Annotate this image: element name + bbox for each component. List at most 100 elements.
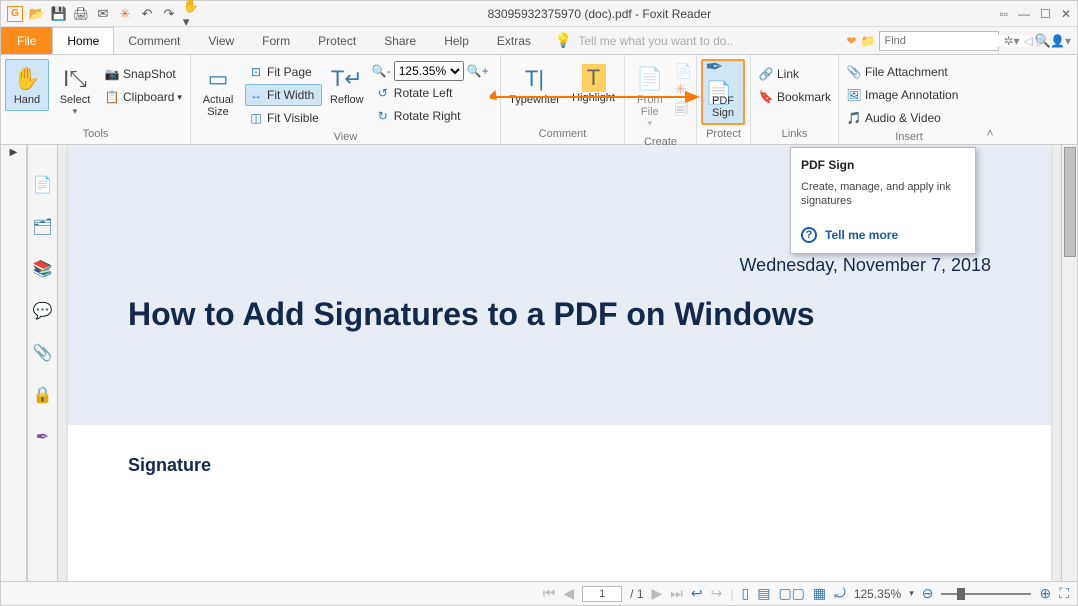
image-icon: 🖼 (846, 88, 862, 102)
search-opts-icon[interactable]: ✲▾ (1003, 34, 1019, 48)
save-icon[interactable]: 💾 (51, 6, 67, 22)
select-tool[interactable]: I⤡ Select ▾ (53, 59, 97, 122)
new-icon[interactable]: ✳ (117, 6, 133, 22)
actual-size-btn[interactable]: ▭ Actual Size (195, 59, 241, 123)
bookmark-btn[interactable]: 🔖Bookmark (755, 86, 834, 108)
facing-icon[interactable]: ▢▢ (778, 585, 804, 602)
find-box[interactable]: 🔍 (879, 31, 999, 51)
continuous-icon[interactable]: ▤ (757, 585, 770, 602)
tell-me-search[interactable]: 💡 Tell me what you want to do.. (545, 27, 841, 54)
file-tab[interactable]: File (1, 27, 52, 54)
user-icon[interactable]: 👤▾ (1050, 34, 1071, 48)
clipboard-btn[interactable]: 📋Clipboard▾ (101, 86, 185, 108)
zoom-out-icon[interactable]: 🔍- (372, 64, 391, 78)
scroll-thumb[interactable] (1064, 147, 1076, 257)
rotate-left-icon: ↺ (375, 86, 391, 100)
tab-share[interactable]: Share (370, 27, 430, 54)
page-icon: ▭ (208, 64, 229, 94)
security-panel-icon[interactable]: 🔒 (33, 385, 53, 405)
pdf-sign-btn[interactable]: ✒📄 PDF Sign (701, 59, 745, 125)
close-icon[interactable]: ✕ (1061, 7, 1071, 21)
from-file-btn[interactable]: 📄 From File ▾ (629, 59, 671, 134)
typewriter-btn[interactable]: T| Typewriter (506, 59, 564, 111)
link-btn[interactable]: 🔗Link (755, 63, 834, 85)
image-annotation-btn[interactable]: 🖼Image Annotation (843, 84, 961, 106)
highlight-btn[interactable]: T Highlight (568, 59, 620, 109)
zoom-in-status-icon[interactable]: ⊕ (1039, 585, 1051, 602)
highlight-icon: T (582, 64, 606, 92)
pdf-sign-icon: ✒📄 (705, 65, 741, 95)
zoom-slider[interactable] (941, 593, 1031, 595)
last-page-icon[interactable]: ⏭ (670, 585, 683, 602)
minimize-icon[interactable]: — (1018, 7, 1030, 21)
hand-icon: ✋ (13, 64, 40, 94)
continuous-facing-icon[interactable]: ▦ (813, 585, 826, 602)
cursor-dd-icon[interactable]: ✋▾ (183, 6, 199, 22)
fit-visible-btn[interactable]: ◫Fit Visible (245, 107, 322, 129)
nav-back-icon[interactable]: ↩ (691, 585, 703, 602)
tab-extras[interactable]: Extras (483, 27, 545, 54)
fullscreen-icon[interactable]: ⛶ (1059, 585, 1069, 602)
tab-view[interactable]: View (194, 27, 248, 54)
vertical-scrollbar[interactable] (1061, 145, 1077, 581)
maximize-icon[interactable]: ☐ (1040, 7, 1051, 21)
next-page-icon[interactable]: ▶ (652, 585, 663, 602)
tab-help[interactable]: Help (430, 27, 483, 54)
undo-icon[interactable]: ↶ (139, 6, 155, 22)
fit-page-icon: ⊡ (248, 65, 264, 79)
page-number-input[interactable]: 1 (582, 586, 622, 602)
reflow-status-icon[interactable]: ⤾ (834, 585, 846, 602)
from-file-icon: 📄 (636, 64, 663, 94)
audio-video-btn[interactable]: 🎵Audio & Video (843, 107, 961, 129)
blank-icon[interactable]: 📄 (675, 63, 692, 80)
signatures-panel-icon[interactable]: ✒ (36, 427, 49, 447)
fit-width-btn[interactable]: ↔Fit Width (245, 84, 322, 106)
scan-icon[interactable]: 🗐 (675, 99, 692, 123)
rotate-left-btn[interactable]: ↺Rotate Left (372, 82, 489, 104)
ribbon-collapse-icon[interactable]: ˄ (979, 55, 1001, 144)
comments-panel-icon[interactable]: 💬 (33, 301, 53, 321)
single-page-icon[interactable]: ▯ (741, 585, 749, 602)
nav-pane-toggle[interactable]: ▶ (1, 145, 27, 581)
first-page-icon[interactable]: ⏮ (543, 585, 556, 602)
file-attachment-btn[interactable]: 📎File Attachment (843, 61, 961, 83)
nav-fwd-icon[interactable]: ↪ (711, 585, 723, 602)
clip-new-icon[interactable]: ✳ (675, 81, 692, 98)
tooltip-link[interactable]: ? Tell me more (801, 227, 965, 243)
bookmarks-panel-icon[interactable]: 📚 (33, 259, 53, 279)
folder-search-icon[interactable]: 📁 (861, 34, 876, 48)
rotate-right-btn[interactable]: ↻Rotate Right (372, 105, 489, 127)
pages-panel-icon[interactable]: 📄 (33, 175, 53, 195)
tab-protect[interactable]: Protect (304, 27, 370, 54)
heart-icon[interactable]: ❤ (846, 34, 856, 48)
print-icon[interactable]: 🖨 (73, 6, 89, 22)
open-icon[interactable]: 📂 (29, 6, 45, 22)
layers-panel-icon[interactable]: 🗂 (32, 217, 52, 237)
redo-icon[interactable]: ↷ (161, 6, 177, 22)
camera-icon: 📷 (104, 67, 120, 81)
doc-section-title: Signature (68, 425, 1051, 506)
bookmark-icon: 🔖 (758, 90, 774, 104)
zoom-in-icon[interactable]: 🔍+ (467, 64, 489, 78)
fit-page-btn[interactable]: ⊡Fit Page (245, 61, 322, 83)
reflow-btn[interactable]: T↵ Reflow (326, 59, 368, 111)
group-protect-label: Protect (701, 126, 746, 142)
zoom-select[interactable]: 125.35% (394, 61, 464, 81)
group-insert-label: Insert (843, 129, 975, 145)
tab-form[interactable]: Form (248, 27, 304, 54)
hand-tool[interactable]: ✋ Hand (5, 59, 49, 111)
attachment-icon: 📎 (846, 65, 862, 79)
zoom-out-status-icon[interactable]: ⊖ (922, 585, 934, 602)
attachments-panel-icon[interactable]: 📎 (33, 343, 53, 363)
typewriter-icon: T| (525, 64, 544, 94)
tab-home[interactable]: Home (52, 27, 114, 54)
prev-result-icon[interactable]: ◁ (1024, 34, 1033, 48)
ribbon-opts-icon[interactable]: ▫▫ (1000, 7, 1009, 21)
bulb-icon: 💡 (555, 32, 572, 49)
tab-comment[interactable]: Comment (114, 27, 194, 54)
prev-page-icon[interactable]: ◀ (563, 585, 574, 602)
media-icon: 🎵 (846, 111, 862, 125)
snapshot-btn[interactable]: 📷SnapShot (101, 63, 185, 85)
email-icon[interactable]: ✉ (95, 6, 111, 22)
next-result-icon[interactable]: ▷ (1037, 34, 1046, 48)
